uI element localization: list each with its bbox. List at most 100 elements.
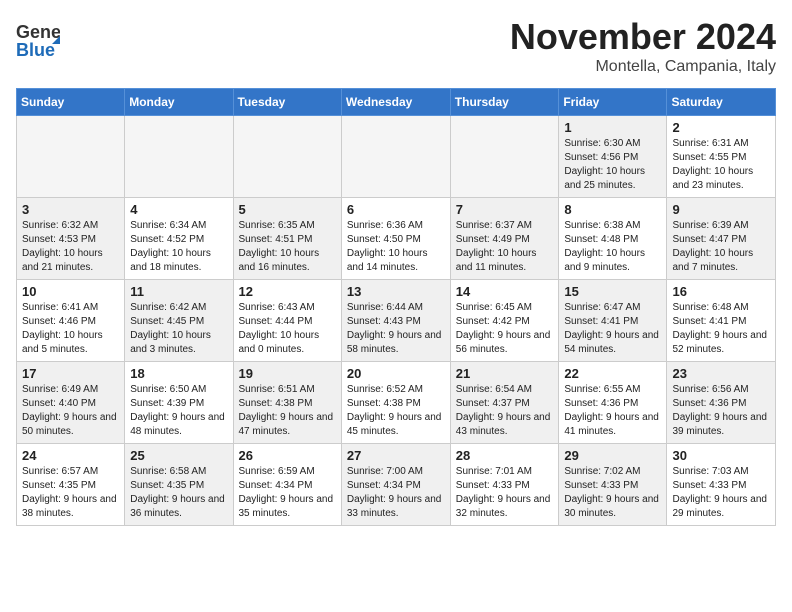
calendar-day-cell — [17, 116, 125, 198]
day-info: Sunrise: 6:48 AM Sunset: 4:41 PM Dayligh… — [672, 301, 770, 357]
calendar-day-cell: 9 Sunrise: 6:39 AM Sunset: 4:47 PM Daylig… — [667, 198, 776, 280]
day-info: Sunrise: 6:57 AM Sunset: 4:35 PM Dayligh… — [22, 465, 119, 521]
day-info: Sunrise: 7:03 AM Sunset: 4:33 PM Dayligh… — [672, 465, 770, 521]
day-info: Sunrise: 6:42 AM Sunset: 4:45 PM Dayligh… — [130, 301, 227, 357]
calendar-day-cell: 25 Sunrise: 6:58 AM Sunset: 4:35 PM Dayli… — [125, 444, 233, 526]
day-number: 11 — [130, 284, 227, 299]
location-title: Montella, Campania, Italy — [510, 58, 776, 76]
day-number: 15 — [564, 284, 661, 299]
calendar-day-cell: 22 Sunrise: 6:55 AM Sunset: 4:36 PM Dayli… — [559, 362, 667, 444]
calendar-day-cell — [341, 116, 450, 198]
weekday-header-tuesday: Tuesday — [233, 89, 341, 116]
weekday-header-thursday: Thursday — [450, 89, 559, 116]
calendar-day-cell: 16 Sunrise: 6:48 AM Sunset: 4:41 PM Dayli… — [667, 280, 776, 362]
day-number: 9 — [672, 202, 770, 217]
day-info: Sunrise: 6:43 AM Sunset: 4:44 PM Dayligh… — [239, 301, 336, 357]
day-number: 30 — [672, 448, 770, 463]
calendar-day-cell: 19Sunrise: 6:51 AM Sunset: 4:38 PM Dayli… — [233, 362, 341, 444]
weekday-header-saturday: Saturday — [667, 89, 776, 116]
calendar-day-cell: 27 Sunrise: 7:00 AM Sunset: 4:34 PM Dayli… — [341, 444, 450, 526]
day-info: Sunrise: 7:02 AM Sunset: 4:33 PM Dayligh… — [564, 465, 661, 521]
weekday-header-row: SundayMondayTuesdayWednesdayThursdayFrid… — [17, 89, 776, 116]
day-number: 23 — [672, 366, 770, 381]
day-number: 13 — [347, 284, 445, 299]
day-number: 3 — [22, 202, 119, 217]
calendar-day-cell: 13 Sunrise: 6:44 AM Sunset: 4:43 PM Dayli… — [341, 280, 450, 362]
calendar-day-cell: 28 Sunrise: 7:01 AM Sunset: 4:33 PM Dayli… — [450, 444, 559, 526]
day-info: Sunrise: 6:41 AM Sunset: 4:46 PM Dayligh… — [22, 301, 119, 357]
svg-text:Blue: Blue — [16, 40, 55, 60]
calendar-day-cell: 4 Sunrise: 6:34 AM Sunset: 4:52 PM Daylig… — [125, 198, 233, 280]
calendar-day-cell: 8 Sunrise: 6:38 AM Sunset: 4:48 PM Daylig… — [559, 198, 667, 280]
day-number: 2 — [672, 120, 770, 135]
day-info: Sunrise: 6:31 AM Sunset: 4:55 PM Dayligh… — [672, 137, 770, 193]
calendar-day-cell: 23Sunrise: 6:56 AM Sunset: 4:36 PM Dayli… — [667, 362, 776, 444]
day-number: 8 — [564, 202, 661, 217]
calendar-day-cell: 2 Sunrise: 6:31 AM Sunset: 4:55 PM Daylig… — [667, 116, 776, 198]
day-number: 1 — [564, 120, 661, 135]
calendar-day-cell: 3 Sunrise: 6:32 AM Sunset: 4:53 PM Daylig… — [17, 198, 125, 280]
weekday-header-monday: Monday — [125, 89, 233, 116]
day-info: Sunrise: 6:51 AM Sunset: 4:38 PM Dayligh… — [239, 383, 336, 439]
calendar-day-cell: 10Sunrise: 6:41 AM Sunset: 4:46 PM Dayli… — [17, 280, 125, 362]
calendar-day-cell: 21 Sunrise: 6:54 AM Sunset: 4:37 PM Dayli… — [450, 362, 559, 444]
day-info: Sunrise: 6:45 AM Sunset: 4:42 PM Dayligh… — [456, 301, 554, 357]
day-info: Sunrise: 6:39 AM Sunset: 4:47 PM Dayligh… — [672, 219, 770, 275]
day-number: 20 — [347, 366, 445, 381]
day-number: 25 — [130, 448, 227, 463]
calendar-day-cell — [233, 116, 341, 198]
day-info: Sunrise: 6:58 AM Sunset: 4:35 PM Dayligh… — [130, 465, 227, 521]
day-number: 18 — [130, 366, 227, 381]
day-info: Sunrise: 6:36 AM Sunset: 4:50 PM Dayligh… — [347, 219, 445, 275]
day-info: Sunrise: 7:01 AM Sunset: 4:33 PM Dayligh… — [456, 465, 554, 521]
day-info: Sunrise: 6:47 AM Sunset: 4:41 PM Dayligh… — [564, 301, 661, 357]
day-number: 16 — [672, 284, 770, 299]
day-info: Sunrise: 6:44 AM Sunset: 4:43 PM Dayligh… — [347, 301, 445, 357]
day-info: Sunrise: 6:38 AM Sunset: 4:48 PM Dayligh… — [564, 219, 661, 275]
month-title: November 2024 — [510, 16, 776, 58]
calendar-day-cell: 11 Sunrise: 6:42 AM Sunset: 4:45 PM Dayli… — [125, 280, 233, 362]
day-number: 24 — [22, 448, 119, 463]
calendar-day-cell: 14 Sunrise: 6:45 AM Sunset: 4:42 PM Dayli… — [450, 280, 559, 362]
day-number: 4 — [130, 202, 227, 217]
day-info: Sunrise: 6:52 AM Sunset: 4:38 PM Dayligh… — [347, 383, 445, 439]
day-info: Sunrise: 6:54 AM Sunset: 4:37 PM Dayligh… — [456, 383, 554, 439]
page-header: General Blue November 2024 Montella, Cam… — [16, 16, 776, 76]
day-number: 17 — [22, 366, 119, 381]
calendar-week-3: 10Sunrise: 6:41 AM Sunset: 4:46 PM Dayli… — [17, 280, 776, 362]
day-info: Sunrise: 6:30 AM Sunset: 4:56 PM Dayligh… — [564, 137, 661, 193]
day-info: Sunrise: 7:00 AM Sunset: 4:34 PM Dayligh… — [347, 465, 445, 521]
logo-icon: General Blue — [16, 16, 60, 60]
calendar-day-cell: 24 Sunrise: 6:57 AM Sunset: 4:35 PM Dayli… — [17, 444, 125, 526]
day-number: 26 — [239, 448, 336, 463]
calendar-week-5: 24 Sunrise: 6:57 AM Sunset: 4:35 PM Dayli… — [17, 444, 776, 526]
calendar-day-cell: 7Sunrise: 6:37 AM Sunset: 4:49 PM Daylig… — [450, 198, 559, 280]
calendar-day-cell: 26 Sunrise: 6:59 AM Sunset: 4:34 PM Dayli… — [233, 444, 341, 526]
calendar-week-2: 3 Sunrise: 6:32 AM Sunset: 4:53 PM Daylig… — [17, 198, 776, 280]
weekday-header-friday: Friday — [559, 89, 667, 116]
day-number: 6 — [347, 202, 445, 217]
day-info: Sunrise: 6:59 AM Sunset: 4:34 PM Dayligh… — [239, 465, 336, 521]
calendar-day-cell: 30 Sunrise: 7:03 AM Sunset: 4:33 PM Dayli… — [667, 444, 776, 526]
day-number: 21 — [456, 366, 554, 381]
day-number: 28 — [456, 448, 554, 463]
calendar-day-cell — [450, 116, 559, 198]
day-info: Sunrise: 6:49 AM Sunset: 4:40 PM Dayligh… — [22, 383, 119, 439]
day-number: 7 — [456, 202, 554, 217]
day-info: Sunrise: 6:32 AM Sunset: 4:53 PM Dayligh… — [22, 219, 119, 275]
calendar-day-cell: 17 Sunrise: 6:49 AM Sunset: 4:40 PM Dayli… — [17, 362, 125, 444]
calendar-week-4: 17 Sunrise: 6:49 AM Sunset: 4:40 PM Dayli… — [17, 362, 776, 444]
weekday-header-sunday: Sunday — [17, 89, 125, 116]
calendar-day-cell: 20 Sunrise: 6:52 AM Sunset: 4:38 PM Dayli… — [341, 362, 450, 444]
day-number: 27 — [347, 448, 445, 463]
day-number: 14 — [456, 284, 554, 299]
calendar-day-cell: 29Sunrise: 7:02 AM Sunset: 4:33 PM Dayli… — [559, 444, 667, 526]
day-info: Sunrise: 6:34 AM Sunset: 4:52 PM Dayligh… — [130, 219, 227, 275]
svg-text:General: General — [16, 22, 60, 42]
day-info: Sunrise: 6:55 AM Sunset: 4:36 PM Dayligh… — [564, 383, 661, 439]
calendar-day-cell: 6 Sunrise: 6:36 AM Sunset: 4:50 PM Daylig… — [341, 198, 450, 280]
calendar-day-cell: 5Sunrise: 6:35 AM Sunset: 4:51 PM Daylig… — [233, 198, 341, 280]
day-number: 22 — [564, 366, 661, 381]
weekday-header-wednesday: Wednesday — [341, 89, 450, 116]
day-number: 5 — [239, 202, 336, 217]
